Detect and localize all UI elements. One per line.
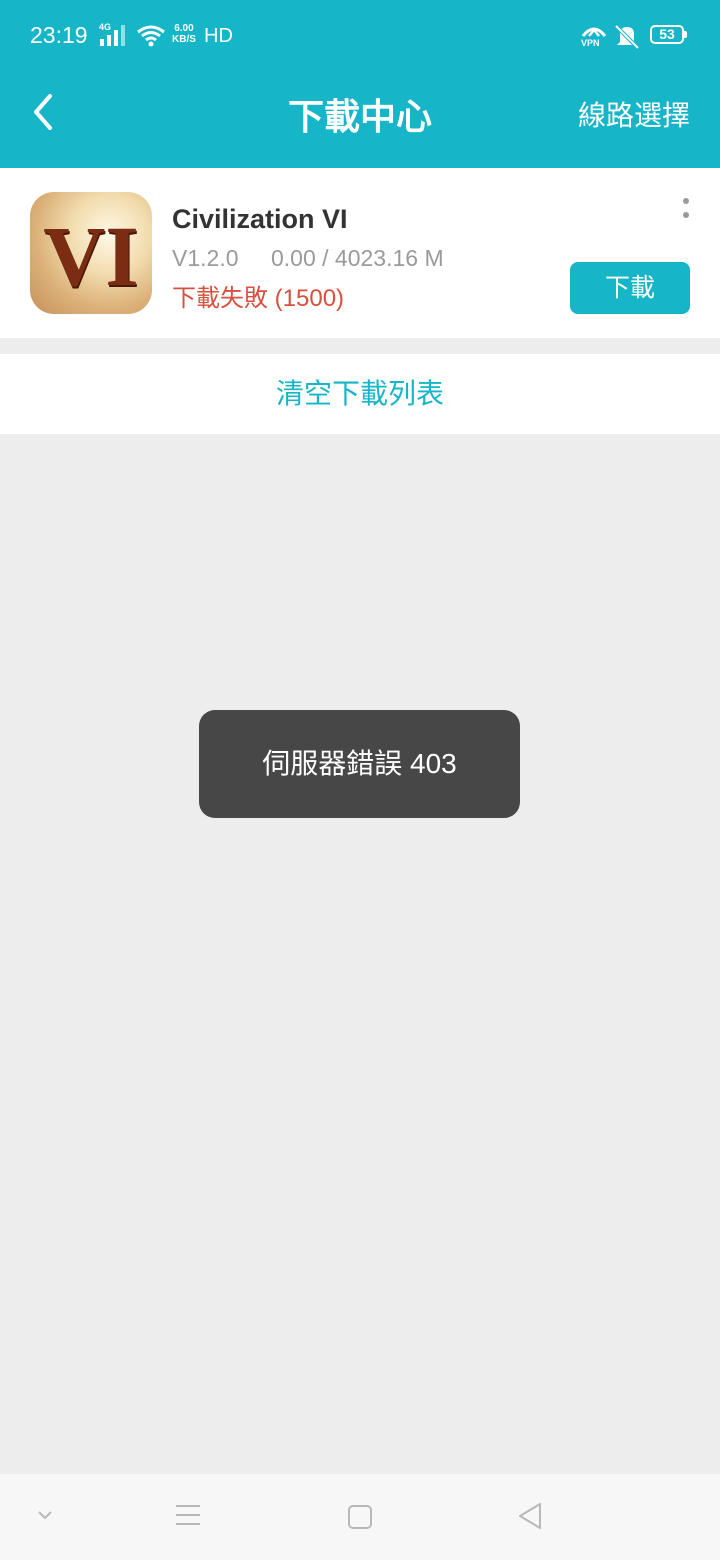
- battery-tip: [684, 31, 687, 38]
- top-app-bar: 下載中心 線路選擇: [0, 72, 720, 168]
- mute-icon: [614, 24, 640, 50]
- speed-unit: KB/S: [172, 34, 196, 45]
- app-version: V1.2.0: [172, 245, 239, 271]
- app-icon-logo: VI: [43, 208, 139, 304]
- hide-nav-icon[interactable]: [36, 1508, 54, 1522]
- app-name: Civilization VI: [172, 204, 348, 234]
- app-icon[interactable]: VI: [30, 192, 152, 314]
- error-toast: 伺服器錯誤 403: [199, 710, 520, 818]
- more-dot: [683, 198, 689, 204]
- speed-value: 6.00: [174, 23, 194, 34]
- back-nav-icon[interactable]: [516, 1501, 544, 1531]
- network-type-label: 4G: [99, 22, 112, 32]
- more-options-icon[interactable]: [676, 194, 696, 224]
- route-select-button[interactable]: 線路選擇: [578, 94, 690, 134]
- battery-icon: 53: [650, 25, 684, 44]
- system-nav-bar: [0, 1474, 720, 1560]
- wifi-icon: [137, 25, 165, 47]
- network-speed: 6.00 KB/S: [172, 23, 196, 45]
- download-progress-size: 0.00 / 4023.16 M: [271, 245, 444, 271]
- menu-icon[interactable]: [174, 1502, 202, 1528]
- status-time: 23:19: [30, 22, 88, 48]
- more-dot: [683, 212, 689, 218]
- clear-download-list-button[interactable]: 清空下載列表: [0, 354, 720, 434]
- download-status: 下載失敗 (1500): [172, 285, 345, 312]
- download-button[interactable]: 下載: [570, 262, 690, 314]
- download-list-item: VI Civilization VI V1.2.0 0.00 / 4023.16…: [0, 168, 720, 338]
- hd-label: HD: [204, 25, 233, 47]
- vpn-label: VPN: [581, 38, 600, 48]
- status-bar: 23:19 4G 6.00 KB/S HD VPN 53: [0, 0, 720, 72]
- home-icon[interactable]: [346, 1503, 374, 1531]
